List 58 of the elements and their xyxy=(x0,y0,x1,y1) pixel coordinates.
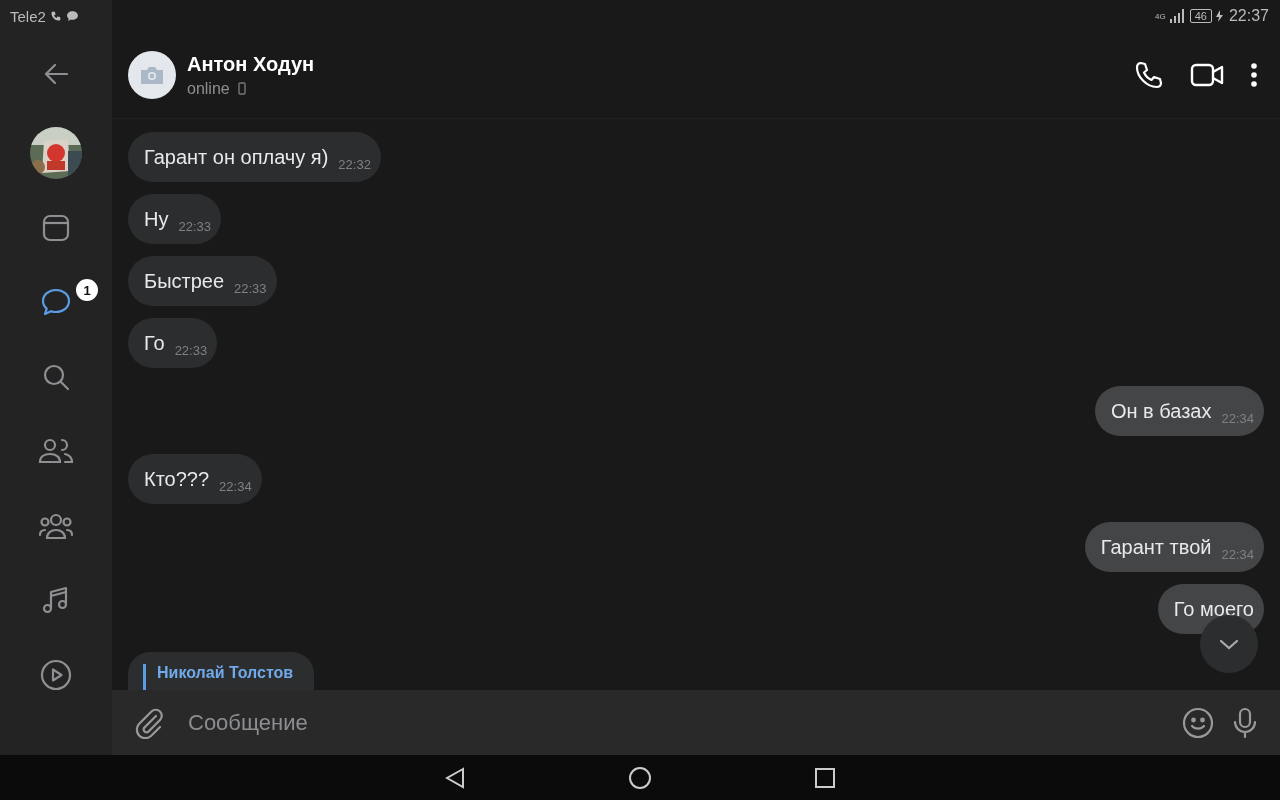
carrier-name: Tele2 xyxy=(10,7,46,25)
more-vertical-icon xyxy=(1250,62,1258,88)
play-icon xyxy=(40,658,72,691)
smiley-icon xyxy=(1182,706,1214,739)
message-bubble[interactable]: Гарант твой 22:34 xyxy=(1084,522,1264,572)
network-type: 4G xyxy=(1155,11,1166,21)
more-options-button[interactable] xyxy=(1248,60,1260,90)
paperclip-icon xyxy=(134,706,164,739)
message-time: 22:32 xyxy=(338,156,371,172)
message-time: 22:33 xyxy=(174,342,208,358)
camera-icon xyxy=(139,65,165,85)
message-text: Ну xyxy=(144,207,169,231)
message-input[interactable]: Сообщение xyxy=(186,708,1166,737)
home-button[interactable] xyxy=(627,764,653,791)
signal-icon xyxy=(1169,9,1186,23)
message-text: Быстрее xyxy=(144,269,225,293)
message-bubble[interactable]: Гарант он оплачу я) 22:32 xyxy=(128,132,381,182)
group-icon xyxy=(38,511,74,540)
reply-author: Николай Толстов xyxy=(157,664,294,681)
message-bubble[interactable]: Ну 22:33 xyxy=(128,194,221,244)
people-icon xyxy=(38,437,74,466)
message-text: Кто??? xyxy=(144,467,210,491)
phone-icon xyxy=(49,10,62,22)
chat-bubble-icon xyxy=(65,10,79,22)
newsfeed-icon xyxy=(41,212,71,243)
message-time: 22:34 xyxy=(1221,410,1254,426)
unread-count: 1 xyxy=(74,277,100,303)
contact-avatar[interactable] xyxy=(128,51,176,99)
reply-bubble[interactable]: Николай Толстов xyxy=(128,652,314,690)
recent-apps-button[interactable] xyxy=(813,765,837,790)
message-text: Гарант он оплачу я) xyxy=(144,145,329,169)
battery-level: 46 xyxy=(1189,9,1212,23)
mobile-phone-icon xyxy=(237,82,246,95)
video-camera-icon xyxy=(1190,62,1224,88)
message-composer[interactable]: Сообщение xyxy=(112,690,1280,755)
phone-icon xyxy=(1134,60,1164,90)
square-icon xyxy=(815,767,835,788)
message-text: Го xyxy=(144,331,165,355)
message-bubble[interactable]: Го 22:33 xyxy=(128,318,218,368)
charging-icon xyxy=(1215,10,1223,22)
clock: 22:37 xyxy=(1228,7,1269,25)
online-status: online xyxy=(187,79,230,98)
microphone-icon xyxy=(1232,706,1258,739)
message-time: 22:34 xyxy=(1221,546,1254,562)
message-text: Он в базах xyxy=(1110,399,1212,423)
chevron-down-icon xyxy=(1219,638,1239,650)
triangle-icon xyxy=(445,766,465,789)
message-text: Гарант твой xyxy=(1100,535,1212,559)
chat-icon xyxy=(40,287,72,318)
message-bubble[interactable]: Он в базах 22:34 xyxy=(1094,386,1264,436)
message-text: Го моего xyxy=(1173,597,1254,621)
contact-name: Антон Ходун xyxy=(187,52,315,76)
message-time: 22:33 xyxy=(178,218,211,234)
message-time: 22:34 xyxy=(219,478,252,494)
circle-icon xyxy=(629,766,651,789)
message-time: 22:33 xyxy=(234,280,267,296)
message-bubble[interactable]: Быстрее 22:33 xyxy=(128,256,277,306)
message-bubble[interactable]: Кто??? 22:34 xyxy=(128,454,262,504)
